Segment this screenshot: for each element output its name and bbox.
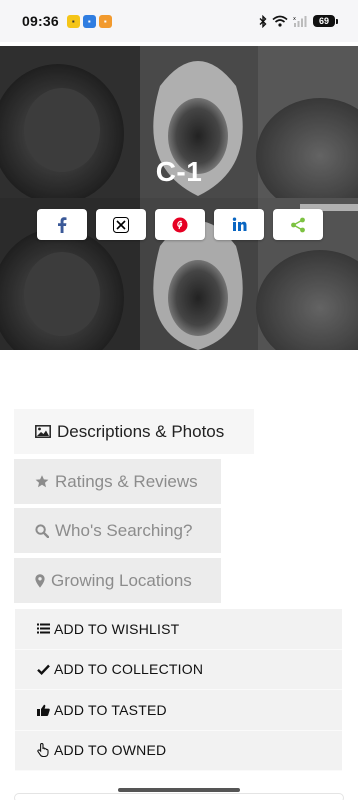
battery-tip <box>336 18 338 24</box>
search-icon <box>35 523 49 538</box>
wifi-icon <box>272 15 288 27</box>
facebook-icon <box>58 216 67 233</box>
hero-overlay <box>0 46 358 350</box>
pinterest-share-button[interactable] <box>155 209 205 240</box>
next-section-card <box>14 793 344 800</box>
share-buttons <box>37 209 323 240</box>
share-button[interactable] <box>273 209 323 240</box>
linkedin-share-button[interactable] <box>214 209 264 240</box>
action-label: ADD TO WISHLIST <box>54 620 180 637</box>
add-to-wishlist-button[interactable]: ADD TO WISHLIST <box>15 609 342 650</box>
status-indicators: x 69 <box>259 14 338 28</box>
thumbs-up-icon <box>37 704 52 716</box>
action-label: ADD TO COLLECTION <box>54 661 204 678</box>
battery-indicator: 69 <box>313 15 338 27</box>
add-to-owned-button[interactable]: ADD TO OWNED <box>15 731 342 771</box>
tab-growing-locations[interactable]: Growing Locations <box>14 558 221 603</box>
linkedin-icon <box>232 217 246 231</box>
yellow-app-icon: ▪ <box>66 14 80 28</box>
facebook-share-button[interactable] <box>37 209 87 240</box>
check-icon <box>37 664 52 675</box>
x-share-button[interactable] <box>96 209 146 240</box>
orange-app-icon: ▪ <box>98 14 112 28</box>
status-bar: 09:36 ▪ ▪ ▪ x 69 <box>0 0 358 42</box>
battery-level: 69 <box>313 15 335 27</box>
map-marker-icon <box>35 573 45 588</box>
tab-ratings-reviews[interactable]: Ratings & Reviews <box>14 459 221 504</box>
action-label: ADD TO TASTED <box>54 701 167 718</box>
image-icon <box>35 425 51 438</box>
add-to-collection-button[interactable]: ADD TO COLLECTION <box>15 650 342 690</box>
tab-whos-searching[interactable]: Who's Searching? <box>14 508 221 553</box>
share-icon <box>291 217 305 232</box>
svg-text:x: x <box>293 16 296 22</box>
collection-actions: ADD TO WISHLIST ADD TO COLLECTION ADD TO… <box>15 609 342 771</box>
x-icon <box>113 216 129 233</box>
list-icon <box>37 623 52 634</box>
tab-label: Descriptions & Photos <box>57 421 225 441</box>
signal-icon: x <box>293 16 307 27</box>
hand-pointer-icon <box>37 743 52 758</box>
hero-banner: C-1 <box>0 46 358 350</box>
status-time: 09:36 <box>22 13 59 29</box>
tab-descriptions-photos[interactable]: Descriptions & Photos <box>14 409 254 454</box>
action-label: ADD TO OWNED <box>54 742 167 759</box>
tab-label: Ratings & Reviews <box>55 471 198 491</box>
bluetooth-icon <box>259 14 267 28</box>
blue-app-icon: ▪ <box>82 14 96 28</box>
home-indicator[interactable] <box>118 788 240 792</box>
variety-title: C-1 <box>155 156 203 187</box>
notification-icons: ▪ ▪ ▪ <box>66 14 112 28</box>
tab-label: Growing Locations <box>51 570 192 590</box>
pinterest-icon <box>172 217 188 232</box>
tab-label: Who's Searching? <box>55 520 193 540</box>
add-to-tasted-button[interactable]: ADD TO TASTED <box>15 690 342 731</box>
star-icon <box>35 475 49 488</box>
